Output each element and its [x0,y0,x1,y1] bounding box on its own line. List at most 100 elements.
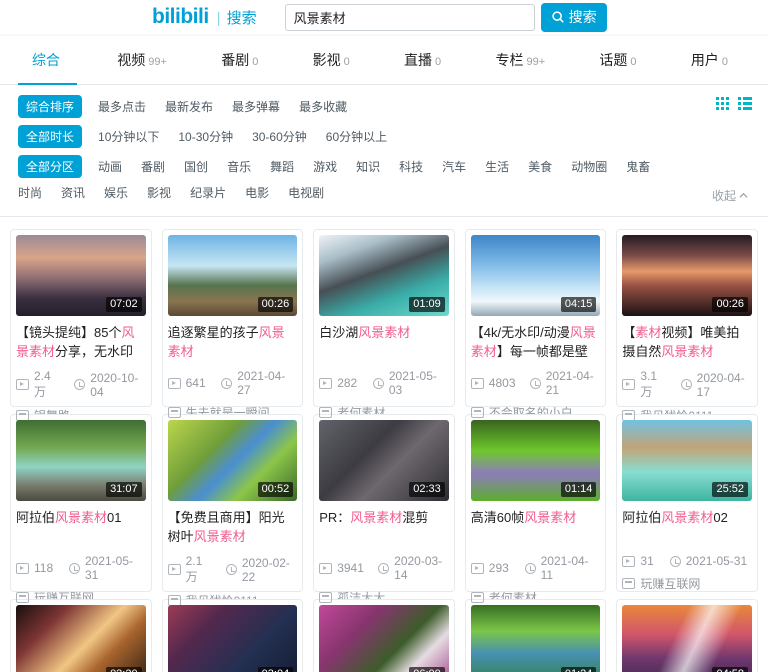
video-card[interactable]: 04:15 【4k/无水印/动漫风景素材】每一帧都是壁纸（需要 4803 202… [465,229,607,407]
video-thumbnail[interactable]: 00:26 [622,235,752,316]
filter-option[interactable]: 30-60分钟 [252,128,307,145]
video-card[interactable]: 07:02 【镜头提纯】85个风景素材分享，无水印无字幕/1080P 2.4万 … [10,229,152,407]
duration-badge: 01:14 [561,482,597,497]
video-title[interactable]: 【免费且商用】阳光树叶风景素材 [168,508,298,546]
filter-option[interactable]: 时尚 [18,184,42,201]
upload-date-icon [226,564,237,575]
filter-option[interactable]: 资讯 [61,184,85,201]
tab[interactable]: 直播 0 [390,50,455,84]
tab[interactable]: 视频 99+ [103,50,181,84]
video-title[interactable]: 白沙湖风景素材 [319,323,449,361]
filter-active-pill[interactable]: 综合排序 [18,95,82,118]
filter-option[interactable]: 国创 [184,158,208,175]
video-thumbnail[interactable]: 06:00 [319,605,449,672]
filter-active-pill[interactable]: 全部分区 [18,155,82,178]
video-card[interactable]: 04:58 （国漫）】需要自取（看简 [616,599,758,672]
video-card[interactable]: 00:52 【免费且商用】阳光树叶风景素材 2.1万 2020-02-22 我见… [162,414,304,592]
video-thumbnail[interactable]: 02:33 [319,420,449,501]
filter-option[interactable]: 10分钟以下 [98,128,159,145]
video-card[interactable]: 00:26 追逐繁星的孩子风景素材 641 2021-04-27 失去就是一瞬间 [162,229,304,407]
tab[interactable]: 综合 [18,50,77,85]
video-thumbnail[interactable]: 31:07 [16,420,146,501]
filter-option[interactable]: 舞蹈 [270,158,294,175]
filter-option[interactable]: 60分钟以上 [326,128,387,145]
filter-option[interactable]: 游戏 [313,158,337,175]
filter-option[interactable]: 知识 [356,158,380,175]
filter-option[interactable]: 电视剧 [288,184,324,201]
video-thumbnail[interactable]: 01:09 [319,235,449,316]
video-card[interactable]: 02:33 PR：风景素材混剪 3941 2020-03-14 孤洁大大 [313,414,455,592]
video-title[interactable]: 高清60帧风景素材 [471,508,601,546]
filter-option[interactable]: 最多收藏 [299,98,347,115]
tab[interactable]: 专栏 99+ [481,50,559,84]
video-meta: 118 2021-05-31 [16,554,146,582]
video-card[interactable]: 31:07 阿拉伯风景素材01 118 2021-05-31 玩赚互联网 [10,414,152,592]
video-title[interactable]: 追逐繁星的孩子风景素材 [168,323,298,361]
filter-option[interactable]: 生活 [485,158,509,175]
video-thumbnail[interactable]: 03:04 [168,605,298,672]
video-thumbnail[interactable]: 01:24 [471,605,601,672]
tab[interactable]: 用户 0 [677,50,742,84]
play-count-icon [168,378,181,389]
upload-date: 2020-02-22 [242,556,297,584]
tab[interactable]: 番剧 0 [207,50,272,84]
upload-date-icon [378,563,389,574]
duration-badge: 02:20 [106,667,142,672]
video-card[interactable]: 01:09 白沙湖风景素材 282 2021-05-03 老何素材 [313,229,455,407]
video-title[interactable]: 阿拉伯风景素材02 [622,508,752,546]
filter-option[interactable]: 动画 [98,158,122,175]
video-title[interactable]: PR：风景素材混剪 [319,508,449,546]
filter-option[interactable]: 最多点击 [98,98,146,115]
tab-label: 视频 [117,50,145,70]
video-thumbnail[interactable]: 02:20 [16,605,146,672]
filter-option[interactable]: 音乐 [227,158,251,175]
filter-option[interactable]: 番剧 [141,158,165,175]
bilibili-logo[interactable]: bilibili | 搜索 [152,5,257,29]
filter-option[interactable]: 纪录片 [190,184,226,201]
bilibili-search-page: bilibili | 搜索 搜索 综合 视频 99+ 番剧 0 影视 0 直播 … [0,0,768,672]
filter-option[interactable]: 最新发布 [165,98,213,115]
video-thumbnail[interactable]: 07:02 [16,235,146,316]
uploader-row[interactable]: 玩赚互联网 [622,575,752,592]
filter-option[interactable]: 最多弹幕 [232,98,280,115]
search-button[interactable]: 搜索 [541,3,607,32]
video-thumbnail[interactable]: 00:52 [168,420,298,501]
tab-label: 综合 [32,50,60,70]
video-thumbnail[interactable]: 01:14 [471,420,601,501]
video-thumbnail[interactable]: 04:58 [622,605,752,672]
collapse-link[interactable]: 收起 [712,187,748,204]
grid-view-icon[interactable] [716,97,729,110]
search-input[interactable] [285,4,535,31]
video-title[interactable]: 【镜头提纯】85个风景素材分享，无水印无字幕/1080P [16,323,146,361]
filter-option[interactable]: 汽车 [442,158,466,175]
video-card[interactable]: 03:04 独自的成长，独自的生活，独自的走在长大的路上，会 [162,599,304,672]
filter-option[interactable]: 美食 [528,158,552,175]
uploader-icon [16,592,29,603]
tab[interactable]: 话题 0 [585,50,650,84]
video-thumbnail[interactable]: 00:26 [168,235,298,316]
video-card[interactable]: 01:14 高清60帧风景素材 293 2021-04-11 老何素材 [465,414,607,592]
filter-option[interactable]: 鬼畜 [626,158,650,175]
video-title[interactable]: 【4k/无水印/动漫风景素材】每一帧都是壁纸（需要 [471,323,601,361]
filter-option[interactable]: 电影 [245,184,269,201]
video-title[interactable]: 【素材视频】唯美拍摄自然风景素材 [622,323,752,361]
filter-option[interactable]: 科技 [399,158,423,175]
filter-option[interactable]: 影视 [147,184,171,201]
filter-option[interactable]: 10-30分钟 [178,128,233,145]
video-title[interactable]: 阿拉伯风景素材01 [16,508,146,546]
filter-active-pill[interactable]: 全部时长 [18,125,82,148]
filter-option[interactable]: 娱乐 [104,184,128,201]
tab[interactable]: 影视 0 [299,50,364,84]
video-card[interactable]: 25:52 阿拉伯风景素材02 31 2021-05-31 玩赚互联网 [616,414,758,592]
video-card[interactable]: 01:24 风景素材 [465,599,607,672]
video-card[interactable]: 00:26 【素材视频】唯美拍摄自然风景素材 3.1万 2020-04-17 我… [616,229,758,407]
list-view-icon[interactable] [738,97,752,110]
play-count-icon [319,563,332,574]
video-card[interactable]: 02:20 可商用视频素材之唯美晨光花朵向日葵清新花卉文艺自 [10,599,152,672]
filter-option[interactable]: 动物圈 [571,158,607,175]
video-thumbnail[interactable]: 25:52 [622,420,752,501]
upload-date: 2021-04-11 [541,554,601,582]
video-card[interactable]: 06:00 风景素材 [313,599,455,672]
video-thumbnail[interactable]: 04:15 [471,235,601,316]
search-button-label: 搜索 [569,7,597,27]
